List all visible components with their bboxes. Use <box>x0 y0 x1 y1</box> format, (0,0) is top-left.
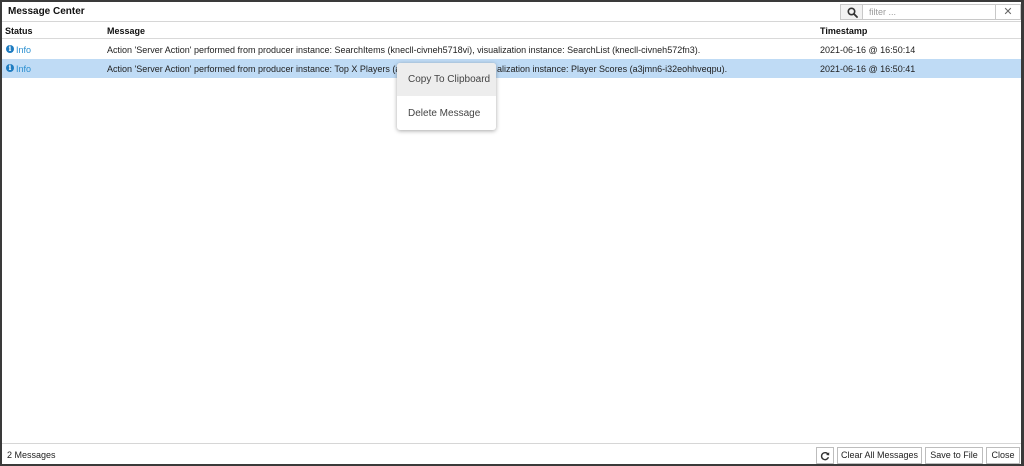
message-text-left: Action 'Server Action' performed from pr… <box>107 64 408 74</box>
timestamp-text: 2021-06-16 @ 16:50:14 <box>820 45 916 55</box>
search-icon <box>847 7 858 18</box>
footer-bar: 2 Messages Clear All Messages Save to Fi… <box>2 443 1021 464</box>
refresh-icon <box>820 451 830 461</box>
delete-message-item[interactable]: Delete Message <box>397 97 496 130</box>
header-divider <box>2 38 1021 39</box>
message-text-right: alization instance: Player Scores (a3jmn… <box>497 64 728 74</box>
close-icon: ✕ <box>1003 6 1013 18</box>
message-count: 2 Messages <box>7 450 56 460</box>
column-header-timestamp[interactable]: Timestamp <box>820 26 867 36</box>
info-icon: i <box>6 64 14 72</box>
window-title: Message Center <box>8 6 85 17</box>
copy-to-clipboard-item[interactable]: Copy To Clipboard <box>397 63 496 96</box>
message-center-window: Message Center ✕ Status Message Timestam… <box>0 0 1024 466</box>
filter-input[interactable] <box>863 4 996 20</box>
column-header-message[interactable]: Message <box>107 26 145 36</box>
title-bar: Message Center ✕ <box>2 2 1021 22</box>
refresh-button[interactable] <box>816 447 834 464</box>
context-menu: Copy To Clipboard Delete Message <box>397 63 496 130</box>
table-row-selected[interactable]: i Info Action 'Server Action' performed … <box>2 59 1021 78</box>
save-to-file-button[interactable]: Save to File <box>925 447 983 464</box>
info-icon: i <box>6 45 14 53</box>
timestamp-text: 2021-06-16 @ 16:50:41 <box>820 64 916 74</box>
message-text: Action 'Server Action' performed from pr… <box>107 45 701 55</box>
clear-filter-button[interactable]: ✕ <box>996 4 1021 20</box>
clear-all-messages-button[interactable]: Clear All Messages <box>837 447 922 464</box>
search-button[interactable] <box>840 4 863 20</box>
column-header-status[interactable]: Status <box>5 26 33 36</box>
table-row[interactable]: i Info Action 'Server Action' performed … <box>2 40 1021 59</box>
status-label[interactable]: Info <box>16 45 31 55</box>
status-label[interactable]: Info <box>16 64 31 74</box>
close-button[interactable]: Close <box>986 447 1020 464</box>
